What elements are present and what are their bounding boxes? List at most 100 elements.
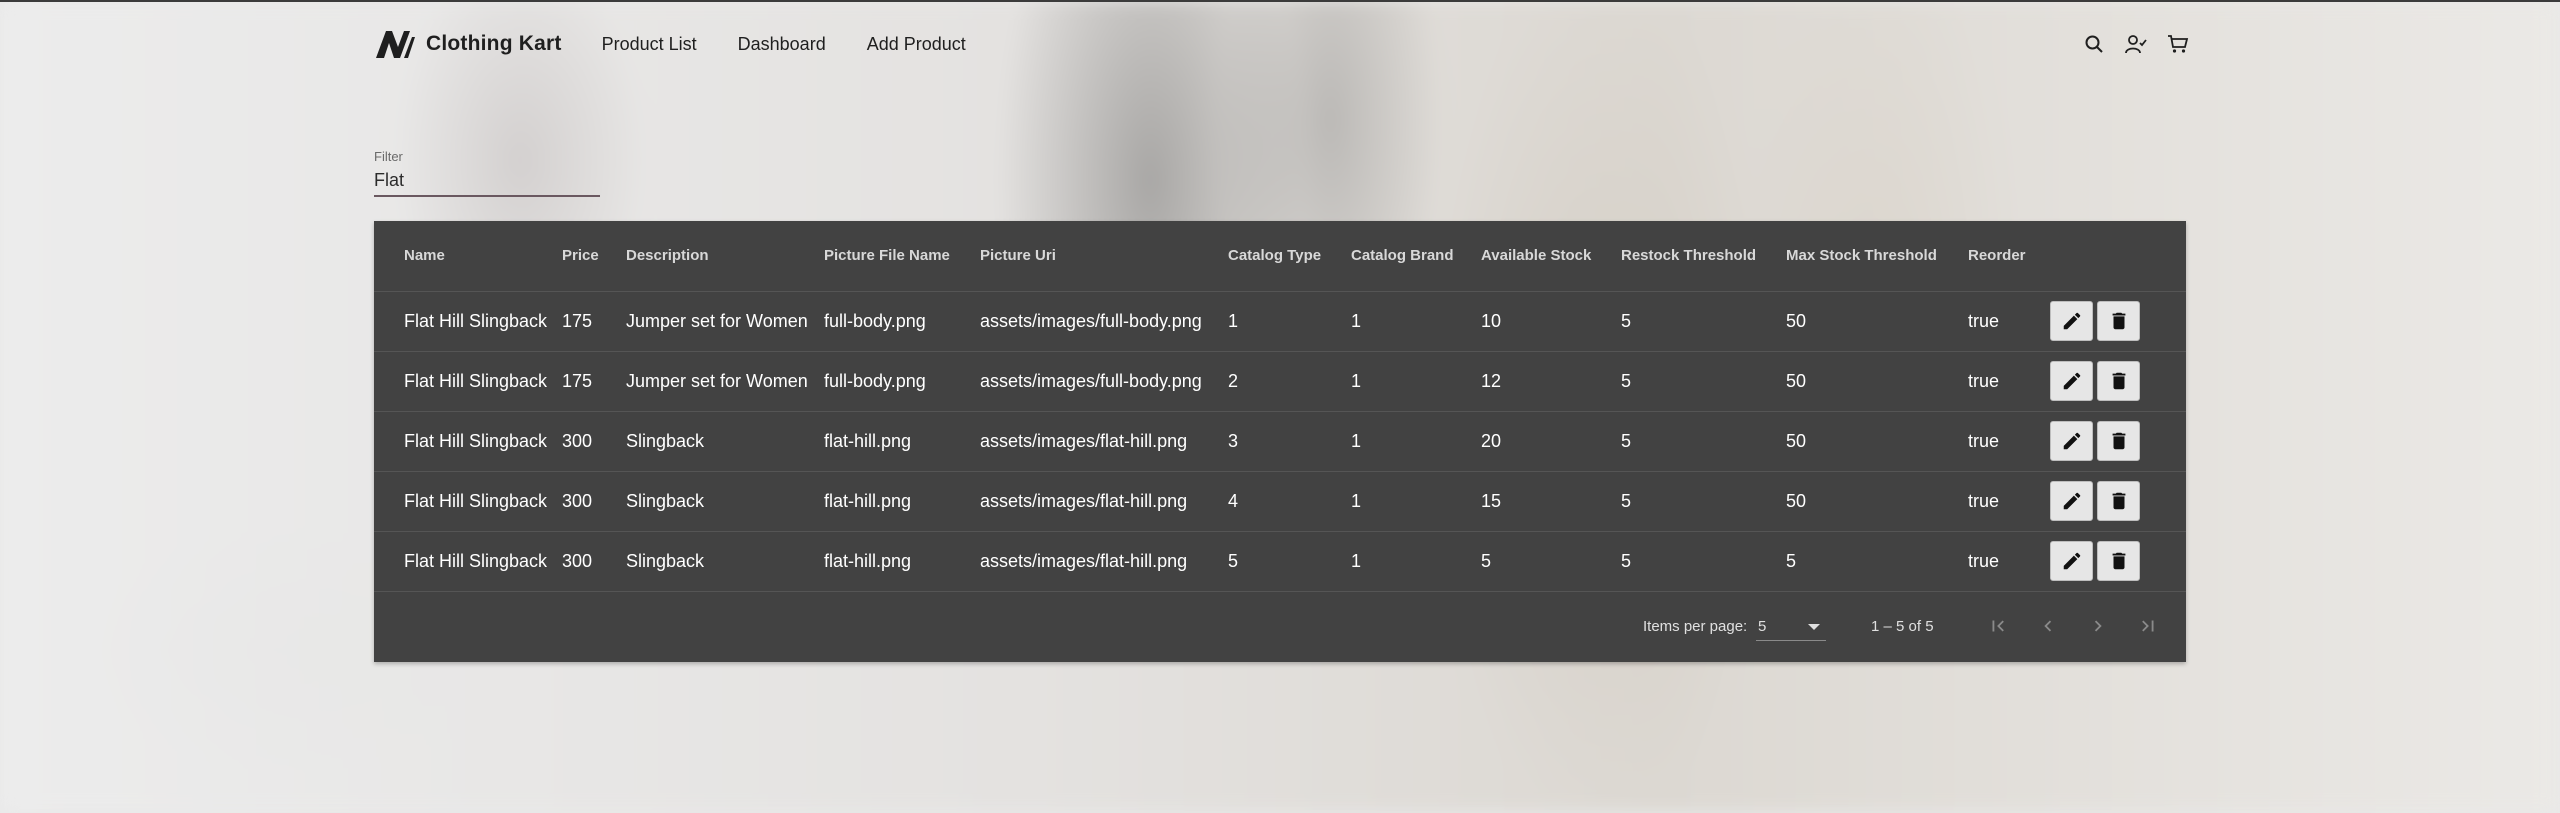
first-page-icon[interactable] xyxy=(1986,612,2010,640)
cell-name: Flat Hill Slingback xyxy=(374,351,562,412)
delete-icon xyxy=(2112,432,2125,450)
cell-price: 175 xyxy=(562,351,626,412)
cell-max-stock-threshold: 5 xyxy=(1786,531,1968,592)
filter-label: Filter xyxy=(374,149,403,164)
filter-input[interactable] xyxy=(374,170,600,197)
table-row: Flat Hill Slingback 300 Slingback flat-h… xyxy=(374,531,2186,592)
nav-product-list[interactable]: Product List xyxy=(602,34,697,55)
cell-picture-uri: assets/images/flat-hill.png xyxy=(980,471,1228,532)
nav-add-product[interactable]: Add Product xyxy=(867,34,966,55)
delete-icon xyxy=(2112,312,2125,330)
delete-button[interactable] xyxy=(2097,481,2140,521)
cell-restock-threshold: 5 xyxy=(1621,411,1786,472)
col-price[interactable]: Price xyxy=(562,221,626,292)
cell-name: Flat Hill Slingback xyxy=(374,411,562,472)
cell-picture-uri: assets/images/flat-hill.png xyxy=(980,531,1228,592)
col-restock-threshold[interactable]: Restock Threshold xyxy=(1621,221,1786,292)
edit-button[interactable] xyxy=(2050,421,2093,461)
cell-price: 300 xyxy=(562,471,626,532)
cell-reorder: true xyxy=(1968,411,2050,472)
edit-button[interactable] xyxy=(2050,361,2093,401)
delete-button[interactable] xyxy=(2097,361,2140,401)
edit-button[interactable] xyxy=(2050,541,2093,581)
col-catalog-type[interactable]: Catalog Type xyxy=(1228,221,1351,292)
page-navigation xyxy=(1986,612,2160,640)
cell-reorder: true xyxy=(1968,531,2050,592)
cell-picture-file-name: flat-hill.png xyxy=(824,471,980,532)
col-reorder[interactable]: Reorder xyxy=(1968,221,2050,292)
col-actions xyxy=(2050,221,2186,292)
cell-picture-uri: assets/images/flat-hill.png xyxy=(980,411,1228,472)
cell-actions xyxy=(2050,291,2186,352)
edit-icon xyxy=(2063,432,2080,450)
dropdown-arrow-icon xyxy=(1808,624,1820,630)
cell-reorder: true xyxy=(1968,291,2050,352)
delete-button[interactable] xyxy=(2097,421,2140,461)
cell-max-stock-threshold: 50 xyxy=(1786,291,1968,352)
col-description[interactable]: Description xyxy=(626,221,824,292)
last-page-icon[interactable] xyxy=(2136,612,2160,640)
cell-catalog-brand: 1 xyxy=(1351,291,1481,352)
edit-icon xyxy=(2063,552,2080,570)
top-border xyxy=(0,0,2560,2)
table-row: Flat Hill Slingback 300 Slingback flat-h… xyxy=(374,411,2186,472)
next-page-icon[interactable] xyxy=(2086,612,2110,640)
cell-restock-threshold: 5 xyxy=(1621,531,1786,592)
cell-max-stock-threshold: 50 xyxy=(1786,411,1968,472)
cell-catalog-type: 2 xyxy=(1228,351,1351,412)
nav-dashboard[interactable]: Dashboard xyxy=(738,34,826,55)
cell-actions xyxy=(2050,411,2186,472)
items-per-page-value: 5 xyxy=(1758,618,1767,635)
col-catalog-brand[interactable]: Catalog Brand xyxy=(1351,221,1481,292)
table-header-row: Name Price Description Picture File Name… xyxy=(374,221,2186,292)
edit-icon xyxy=(2063,372,2080,390)
cell-picture-uri: assets/images/full-body.png xyxy=(980,291,1228,352)
edit-icon xyxy=(2063,312,2080,330)
cell-available-stock: 12 xyxy=(1481,351,1621,412)
previous-page-icon[interactable] xyxy=(2036,612,2060,640)
edit-button[interactable] xyxy=(2050,301,2093,341)
user-check-icon[interactable] xyxy=(2124,32,2148,56)
edit-icon xyxy=(2063,492,2080,510)
col-picture-file-name[interactable]: Picture File Name xyxy=(824,221,980,292)
delete-icon xyxy=(2112,372,2125,390)
cell-restock-threshold: 5 xyxy=(1621,471,1786,532)
cell-available-stock: 20 xyxy=(1481,411,1621,472)
cell-catalog-type: 3 xyxy=(1228,411,1351,472)
col-max-stock-threshold[interactable]: Max Stock Threshold xyxy=(1786,221,1968,292)
cell-catalog-type: 5 xyxy=(1228,531,1351,592)
edit-button[interactable] xyxy=(2050,481,2093,521)
col-name[interactable]: Name xyxy=(374,221,562,292)
col-available-stock[interactable]: Available Stock xyxy=(1481,221,1621,292)
cell-price: 300 xyxy=(562,411,626,472)
cell-name: Flat Hill Slingback xyxy=(374,471,562,532)
cell-max-stock-threshold: 50 xyxy=(1786,471,1968,532)
delete-button[interactable] xyxy=(2097,301,2140,341)
product-table: Name Price Description Picture File Name… xyxy=(374,221,2186,592)
cell-max-stock-threshold: 50 xyxy=(1786,351,1968,412)
col-picture-uri[interactable]: Picture Uri xyxy=(980,221,1228,292)
cell-restock-threshold: 5 xyxy=(1621,351,1786,412)
items-per-page-select[interactable]: 5 xyxy=(1756,611,1826,641)
app-header: Clothing Kart Product List Dashboard Add… xyxy=(374,22,2189,66)
brand-name: Clothing Kart xyxy=(426,32,562,55)
cell-description: Slingback xyxy=(626,411,824,472)
brand-logo[interactable]: Clothing Kart xyxy=(374,29,562,59)
cell-catalog-brand: 1 xyxy=(1351,471,1481,532)
table-row: Flat Hill Slingback 300 Slingback flat-h… xyxy=(374,471,2186,532)
cell-description: Slingback xyxy=(626,471,824,532)
cell-actions xyxy=(2050,351,2186,412)
cart-icon[interactable] xyxy=(2166,32,2190,56)
table-row: Flat Hill Slingback 175 Jumper set for W… xyxy=(374,351,2186,412)
delete-icon xyxy=(2112,552,2125,570)
table-row: Flat Hill Slingback 175 Jumper set for W… xyxy=(374,291,2186,352)
search-icon[interactable] xyxy=(2082,32,2106,56)
cell-reorder: true xyxy=(1968,351,2050,412)
logo-icon xyxy=(376,31,415,58)
cell-catalog-type: 4 xyxy=(1228,471,1351,532)
cell-restock-threshold: 5 xyxy=(1621,291,1786,352)
cell-catalog-brand: 1 xyxy=(1351,351,1481,412)
delete-button[interactable] xyxy=(2097,541,2140,581)
cell-available-stock: 5 xyxy=(1481,531,1621,592)
cell-actions xyxy=(2050,531,2186,592)
